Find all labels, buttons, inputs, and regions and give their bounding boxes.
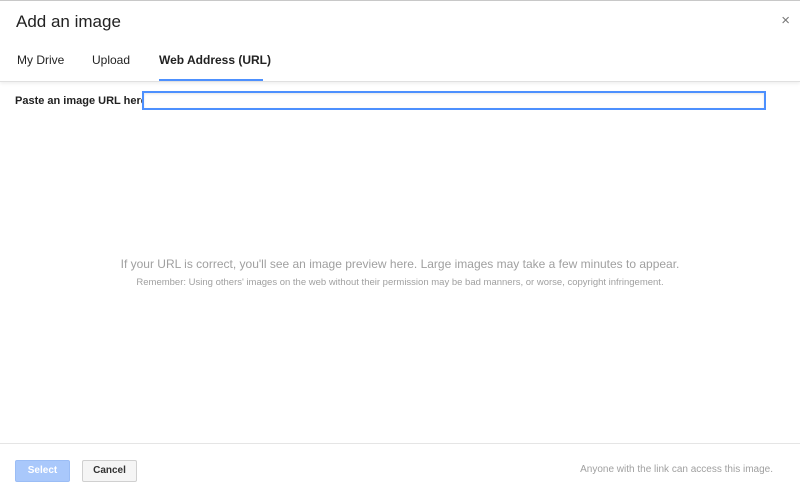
close-icon[interactable]: ×	[781, 13, 790, 29]
preview-message: If your URL is correct, you'll see an im…	[120, 257, 680, 271]
tab-upload[interactable]: Upload	[92, 53, 130, 81]
url-label: Paste an image URL here:	[15, 95, 151, 107]
sharing-note: Anyone with the link can access this ima…	[580, 464, 773, 475]
tab-my-drive[interactable]: My Drive	[17, 53, 64, 81]
cancel-button[interactable]: Cancel	[82, 460, 137, 482]
copyright-note: Remember: Using others' images on the we…	[136, 277, 664, 288]
url-row: Paste an image URL here:	[15, 92, 766, 110]
select-button[interactable]: Select	[15, 460, 70, 482]
tab-web-address[interactable]: Web Address (URL)	[159, 53, 271, 81]
image-url-input[interactable]	[143, 92, 765, 109]
dialog-footer: Select Cancel Anyone with the link can a…	[0, 443, 800, 495]
dialog-header: Add an image × My Drive Upload Web Addre…	[0, 1, 800, 82]
add-image-dialog: Add an image × My Drive Upload Web Addre…	[0, 0, 800, 495]
dialog-title: Add an image	[16, 12, 121, 31]
